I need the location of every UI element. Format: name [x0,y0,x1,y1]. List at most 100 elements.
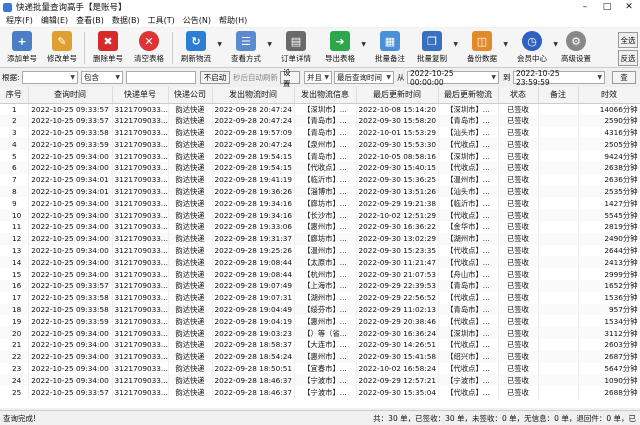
clear-table-button[interactable]: ✕ 清空表格 [130,31,168,67]
batch-copy-button[interactable]: ❐ 批量复制 ▼ [414,31,458,67]
filter-keyword-input[interactable] [126,71,196,84]
table-row[interactable]: 25 2022-10-25 09:33:57 3121709033... 韵达快递 20… [0,386,640,398]
cell-query-time: 2022-10-25 09:34:01 [28,173,113,186]
minimize-icon[interactable]: – [574,0,596,14]
cell-query-time: 2022-10-25 09:33:59 [28,138,113,151]
table-row[interactable]: 10 2022-10-25 09:34:00 3121709033... 韵达快递 20… [0,209,640,221]
table-row[interactable]: 14 2022-10-25 09:34:00 3121709033... 韵达快递 20… [0,256,640,269]
delete-button[interactable]: ✖ 删除单号 [90,31,126,67]
menu-data[interactable]: 数据(B) [108,15,144,26]
column-header-courier[interactable]: 快递公司 [168,87,213,104]
table-row[interactable]: 22 2022-10-25 09:34:00 3121709033... 韵达快递 20… [0,350,640,363]
table-row[interactable]: 1 2022-10-25 09:33:57 3121709033... 韵达快递 202… [0,103,640,115]
view-mode-button[interactable]: ☰ 查看方式 ▼ [228,31,272,67]
close-icon[interactable]: ✕ [618,0,640,14]
table-row[interactable]: 6 2022-10-25 09:34:00 3121709033... 韵达快递 202… [0,161,640,174]
table-row[interactable]: 15 2022-10-25 09:34:00 3121709033... 韵达快递 20… [0,268,640,280]
no-start-button[interactable]: 不启动 [200,71,230,84]
table-row[interactable]: 16 2022-10-25 09:33:57 3121709033... 韵达快递 20… [0,279,640,292]
title-bar: 快递批量查询高手【是账号】 – □ ✕ [0,0,640,14]
table-row[interactable]: 8 2022-10-25 09:34:01 3121709033... 韵达快递 202… [0,185,640,198]
filter-field-select[interactable]: ▼ [22,71,78,84]
table-row[interactable]: 17 2022-10-25 09:33:58 3121709033... 韵达快递 20… [0,291,640,304]
cell-ship-info: 【宜春市】... [294,362,357,375]
table-row[interactable]: 24 2022-10-25 09:34:00 3121709033... 韵达快递 20… [0,374,640,387]
cell-tracking-no: 3121709033... [112,303,169,316]
chevron-down-icon: ▼ [70,74,75,81]
maximize-icon[interactable]: □ [596,0,618,14]
select-all-button[interactable]: 全选 [618,32,638,48]
menu-help[interactable]: 帮助(H) [215,15,251,26]
chevron-down-icon[interactable]: ▼ [361,41,366,48]
advanced-settings-button[interactable]: ⚙ 高级设置 [558,31,594,67]
filter-operator-select[interactable]: 包含 ▼ [81,71,123,84]
cell-courier: 韵达快递 [168,138,213,151]
invert-selection-button[interactable]: 反选 [618,50,638,66]
cell-duration: 1536分钟 [578,291,640,304]
backup-button[interactable]: ◫ 备份数据 ▼ [464,31,508,67]
cell-note [538,103,579,115]
from-date-input[interactable]: 2022-10-25 00:00:00 ▼ [407,69,499,87]
filter-logic-select[interactable]: 并且 ▼ [304,71,332,84]
column-header-ship-time[interactable]: 发出物流时间 [212,87,295,104]
chevron-down-icon: ▼ [491,74,496,81]
column-header-status[interactable]: 状态 [498,87,539,104]
table-row[interactable]: 2 2022-10-25 09:33:57 3121709033... 韵达快递 202… [0,114,640,127]
cell-duration: 2638分钟 [578,161,640,174]
chevron-down-icon[interactable]: ▼ [267,41,272,48]
status-summary: 共：30 单，已签收：30 单，未签收：0 单，无信息：0 单，退回件：0 单，… [373,414,636,423]
member-center-button[interactable]: ◷ 会员中心 ▼ [514,31,558,67]
cell-index: 2 [0,114,29,127]
list-icon: ☰ [236,31,256,51]
column-header-tracking-no[interactable]: 快递单号 [112,87,169,104]
to-date-input[interactable]: 2022-10-25 23:59:59 ▼ [513,69,605,87]
cell-last-update-time: 2022-10-02 16:58:24 [356,362,439,375]
cell-query-time: 2022-10-25 09:33:59 [28,315,113,328]
menu-edit[interactable]: 编辑(E) [37,15,72,26]
column-header-duration[interactable]: 时效 [578,87,640,104]
cell-duration: 5545分钟 [578,209,640,221]
time-field-select[interactable]: 最后查询时间 ▼ [334,71,394,84]
cell-index: 10 [0,209,29,221]
filter-settings-button[interactable]: 设置 [280,68,300,88]
column-header-query-time[interactable]: 查询时间 [28,87,113,104]
menu-notice[interactable]: 公告(N) [179,15,215,26]
menu-view[interactable]: 查看(B) [72,15,108,26]
table-row[interactable]: 5 2022-10-25 09:34:00 3121709033... 韵达快递 202… [0,150,640,162]
column-header-note[interactable]: 备注 [538,87,579,104]
chevron-down-icon[interactable]: ▼ [453,41,458,48]
table-row[interactable]: 7 2022-10-25 09:34:01 3121709033... 韵达快递 202… [0,173,640,186]
table-row[interactable]: 9 2022-10-25 09:34:00 3121709033... 韵达快递 202… [0,197,640,210]
column-header-ship-info[interactable]: 发出物流信息 [294,87,357,104]
cell-index: 25 [0,386,29,398]
table-row[interactable]: 19 2022-10-25 09:33:59 3121709033... 韵达快递 20… [0,315,640,328]
cell-status: 已签收 [498,350,539,363]
batch-note-button[interactable]: ▦ 批量备注 [372,31,408,67]
refresh-button[interactable]: ↻ 刷新物流 ▼ [178,31,222,67]
table-row[interactable]: 20 2022-10-25 09:34:00 3121709033... 韵达快递 20… [0,327,640,339]
search-button[interactable]: 查 [612,71,636,84]
cell-ship-info: 【廊坊市】... [294,232,357,245]
table-row[interactable]: 18 2022-10-25 09:33:58 3121709033... 韵达快递 20… [0,303,640,316]
table-row[interactable]: 23 2022-10-25 09:34:00 3121709033... 韵达快递 20… [0,362,640,375]
menu-tools[interactable]: 工具(T) [144,15,179,26]
table-row[interactable]: 3 2022-10-25 09:33:58 3121709033... 韵达快递 202… [0,126,640,139]
column-header-last-update-info[interactable]: 最后更新物流 [438,87,499,104]
cell-ship-time: 2022-09-28 20:47:24 [212,103,295,115]
table-row[interactable]: 4 2022-10-25 09:33:59 3121709033... 韵达快递 202… [0,138,640,151]
order-detail-button[interactable]: ▤ 订单详情 [278,31,314,67]
edit-button[interactable]: ✎ 修改单号 [44,31,80,67]
export-button[interactable]: ➜ 导出表格 ▼ [322,31,366,67]
cell-ship-info: 【宁波市】... [294,374,357,387]
menu-program[interactable]: 程序(F) [2,15,37,26]
table-row[interactable]: 13 2022-10-25 09:34:00 3121709033... 韵达快递 20… [0,244,640,257]
cell-status: 已签收 [498,279,539,292]
table-row[interactable]: 21 2022-10-25 09:34:00 3121709033... 韵达快递 20… [0,338,640,351]
column-header-last-update-time[interactable]: 最后更新时间 [356,87,439,104]
column-header-index[interactable]: 序号 [0,87,29,104]
chevron-down-icon[interactable]: ▼ [503,41,508,48]
table-row[interactable]: 12 2022-10-25 09:34:00 3121709033... 韵达快递 20… [0,232,640,245]
add-button[interactable]: + 添加单号 [4,31,40,67]
chevron-down-icon[interactable]: ▼ [217,41,222,48]
table-row[interactable]: 11 2022-10-25 09:34:00 3121709033... 韵达快递 20… [0,220,640,233]
